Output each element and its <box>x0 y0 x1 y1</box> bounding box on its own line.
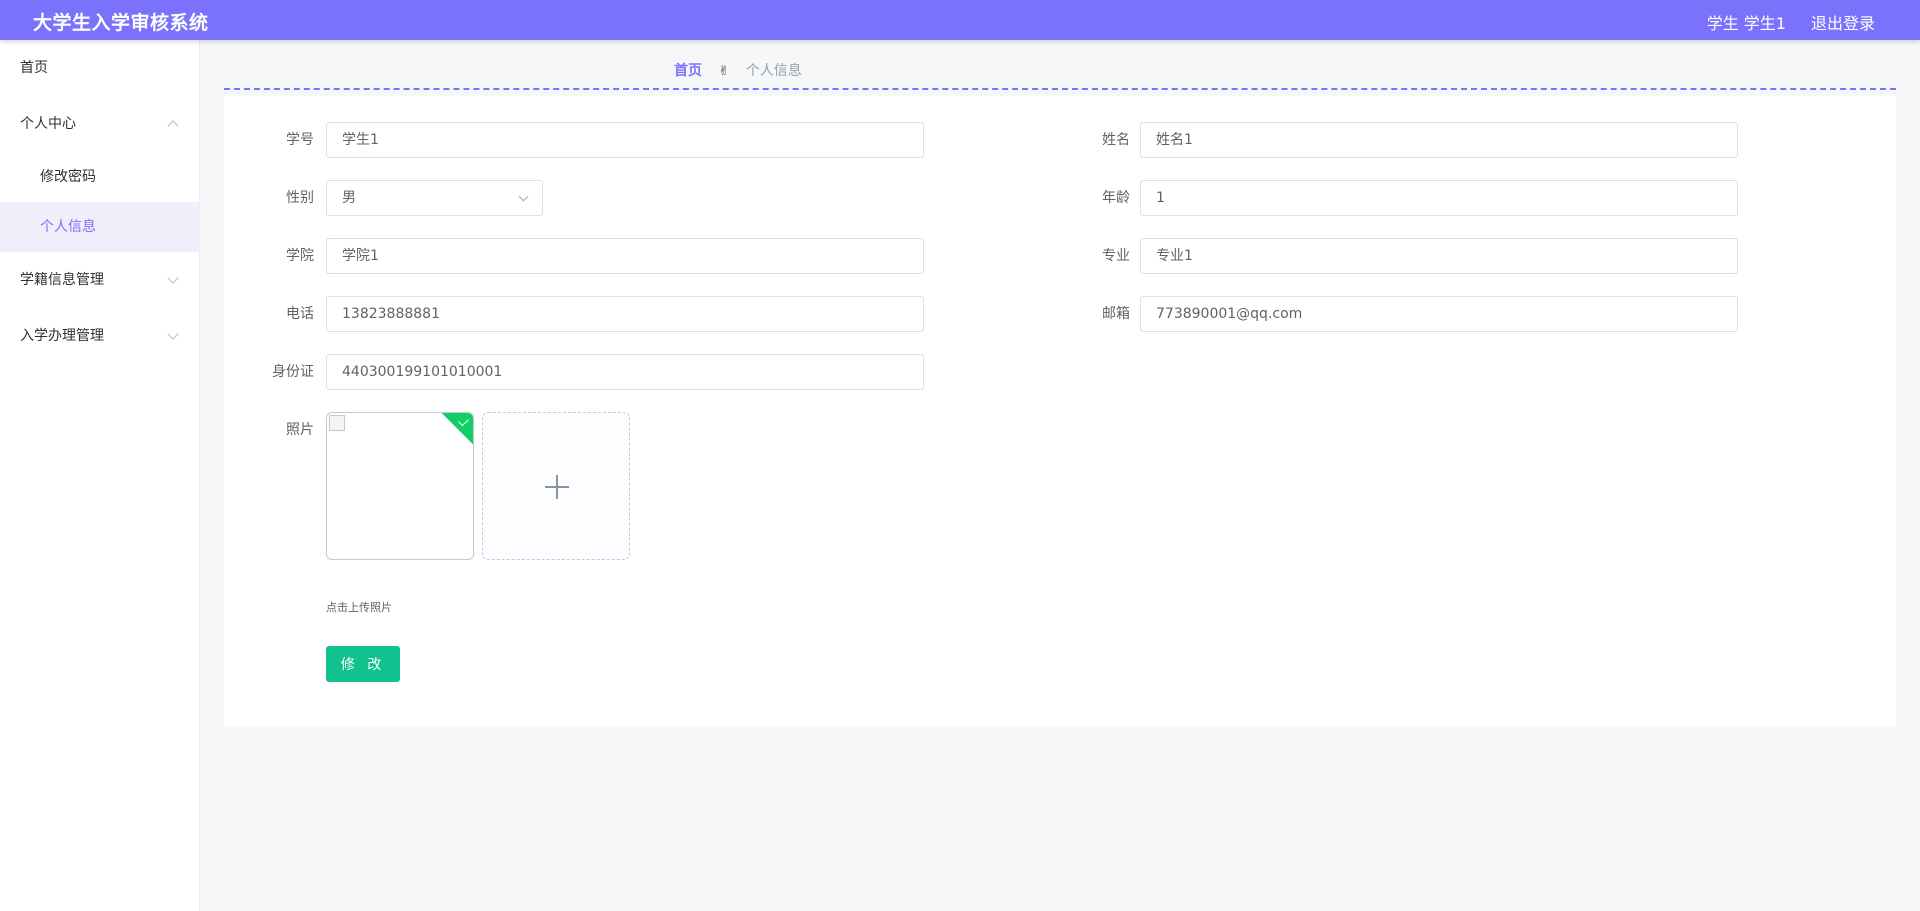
uploaded-photo-thumbnail[interactable] <box>326 412 474 560</box>
sidebar-item-label: 入学办理管理 <box>20 328 104 344</box>
student-id-label: 学号 <box>286 132 314 148</box>
sidebar-item-admission-handling[interactable]: 入学办理管理 <box>0 308 199 364</box>
chevron-down-icon <box>518 191 529 202</box>
broken-image-icon <box>329 415 345 431</box>
upload-success-badge <box>441 413 473 446</box>
breadcrumb: 首页 ✌ 个人信息 <box>674 60 802 80</box>
chevron-up-icon <box>167 120 179 132</box>
phone-label: 电话 <box>286 306 314 322</box>
id-card-label: 身份证 <box>272 364 314 380</box>
college-input[interactable]: 学院1 <box>326 238 924 274</box>
major-input[interactable]: 专业1 <box>1140 238 1738 274</box>
chevron-down-icon <box>167 272 179 284</box>
sidebar-item-label: 学籍信息管理 <box>20 272 104 288</box>
sidebar-item-change-password[interactable]: 修改密码 <box>0 152 199 202</box>
sidebar-item-label: 修改密码 <box>40 169 96 185</box>
photo-label: 照片 <box>286 422 314 438</box>
breadcrumb-divider <box>224 88 1896 90</box>
sidebar-item-personal-info[interactable]: 个人信息 <box>0 202 199 252</box>
name-input[interactable]: 姓名1 <box>1140 122 1738 158</box>
profile-form-card: 学号 学生1 姓名 姓名1 性别 男 年龄 1 学院 学院1 专业 专业1 电话… <box>224 96 1896 726</box>
gender-select[interactable]: 男 <box>326 180 543 216</box>
top-header: 大学生入学审核系统 学生 学生1 退出登录 <box>0 0 1920 40</box>
email-input[interactable]: 773890001@qq.com <box>1140 296 1738 332</box>
name-label: 姓名 <box>1102 132 1130 148</box>
upload-photo-button[interactable] <box>482 412 630 560</box>
sidebar-item-personal-center[interactable]: 个人中心 <box>0 96 199 152</box>
app-title: 大学生入学审核系统 <box>33 12 209 34</box>
age-label: 年龄 <box>1102 190 1130 206</box>
phone-input[interactable]: 13823888881 <box>326 296 924 332</box>
sidebar-item-label: 个人中心 <box>20 116 76 132</box>
sidebar-item-label: 个人信息 <box>40 219 96 235</box>
gender-selected-value: 男 <box>342 190 356 206</box>
sidebar-item-home[interactable]: 首页 <box>0 40 199 96</box>
major-label: 专业 <box>1102 248 1130 264</box>
college-label: 学院 <box>286 248 314 264</box>
age-input[interactable]: 1 <box>1140 180 1738 216</box>
sidebar-item-enrollment-info[interactable]: 学籍信息管理 <box>0 252 199 308</box>
id-card-input[interactable]: 440300199101010001 <box>326 354 924 390</box>
current-user: 学生 学生1 <box>1706 14 1786 33</box>
logout-link[interactable]: 退出登录 <box>1811 10 1875 34</box>
chevron-down-icon <box>167 328 179 340</box>
modify-button[interactable]: 修 改 <box>326 646 400 682</box>
upload-tip: 点击上传照片 <box>326 601 392 614</box>
sidebar: 首页 个人中心 修改密码 个人信息 学籍信息管理 入学办理管理 <box>0 40 200 911</box>
plus-icon-vertical <box>556 475 558 499</box>
sidebar-item-label: 首页 <box>20 60 48 76</box>
victory-hand-icon: ✌ <box>718 64 730 79</box>
student-id-input[interactable]: 学生1 <box>326 122 924 158</box>
email-label: 邮箱 <box>1102 306 1130 322</box>
breadcrumb-home[interactable]: 首页 <box>674 63 702 79</box>
gender-label: 性别 <box>286 190 314 206</box>
breadcrumb-current: 个人信息 <box>745 63 802 79</box>
